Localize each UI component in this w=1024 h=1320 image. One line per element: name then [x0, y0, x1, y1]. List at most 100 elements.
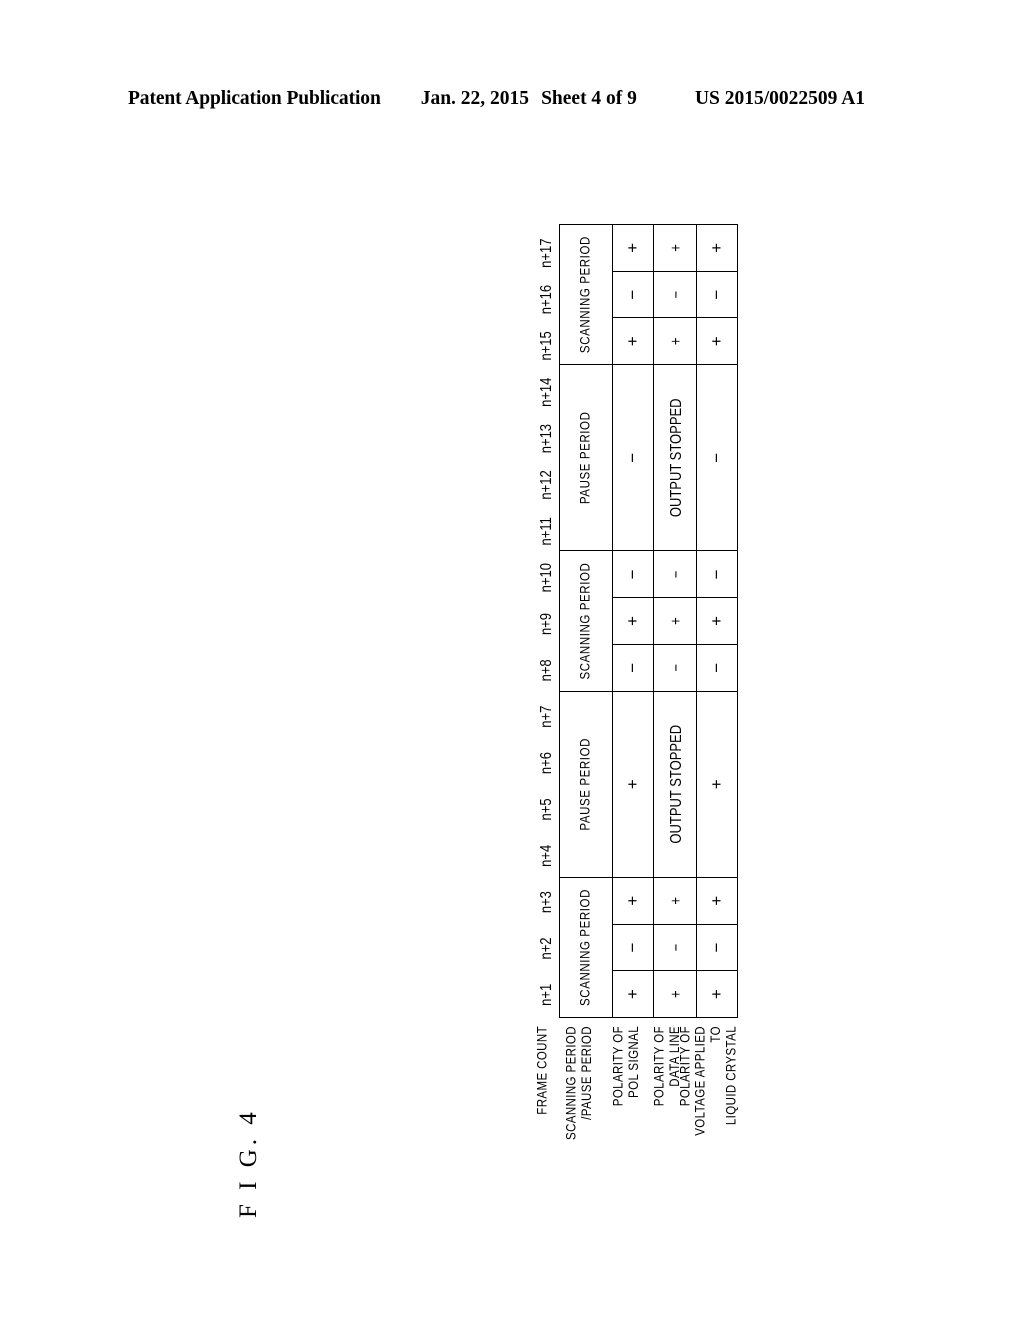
grid-cell-value: − [707, 942, 726, 953]
frame-count-tick: n+3 [536, 891, 555, 914]
grid-cell: + [696, 597, 738, 645]
grid-cell: SCANNING PERIOD [559, 877, 613, 1018]
grid-cell: − [612, 551, 654, 598]
grid-cell: + [653, 970, 697, 1018]
grid-cell: − [653, 551, 697, 598]
grid-cell-value: + [707, 336, 726, 347]
grid-cell-value: + [623, 989, 642, 1000]
grid-cell-value: − [666, 570, 684, 579]
grid-cell: + [653, 224, 697, 272]
frame-count-tick: n+17 [536, 238, 555, 268]
grid-cell: − [612, 644, 654, 692]
grid-cell: − [696, 551, 738, 598]
grid-cell: + [653, 597, 697, 645]
grid-row-gutter [696, 1017, 738, 1018]
header-date: Jan. 22, 2015 [420, 88, 530, 109]
grid-cell-value: + [707, 242, 726, 253]
row-polarity-liquid-crystal: + − + + − + − − + − + [696, 224, 738, 1018]
row-scanning-pause-period: SCANNING PERIOD PAUSE PERIOD SCANNING PERI… [559, 224, 613, 1018]
header-publication-title: Patent Application Publication [128, 88, 381, 109]
grid-cell: − [612, 364, 654, 551]
grid-cell-value: + [623, 336, 642, 347]
grid-cell-value: + [707, 616, 726, 627]
grid-row-gutter [559, 1017, 613, 1018]
frame-count-tick: n+5 [536, 798, 555, 821]
grid-cell: + [612, 224, 654, 272]
grid-cell-value: + [623, 616, 642, 627]
grid-cell: + [653, 317, 697, 365]
grid-cell-value: − [707, 569, 726, 580]
grid-row-gutter [612, 1017, 654, 1018]
grid-cell: − [653, 644, 697, 692]
grid-cell: + [612, 597, 654, 645]
grid-cell-value: − [666, 290, 684, 299]
grid-cell: − [612, 271, 654, 318]
page-header: Patent Application Publication Jan. 22, … [128, 88, 896, 110]
frame-count-tick: n+12 [536, 470, 555, 500]
row-polarity-pol-signal: + − + + − + − − + − + [612, 224, 654, 1018]
frame-count-tick: n+14 [536, 377, 555, 407]
grid-cell: OUTPUT STOPPED [653, 364, 697, 551]
grid-cell: − [696, 644, 738, 692]
grid-cell-value: + [623, 242, 642, 253]
frame-count-tick: n+4 [536, 844, 555, 867]
grid-cell-value: + [666, 617, 684, 625]
grid-cell-value: + [623, 895, 642, 906]
grid-cell-value: SCANNING PERIOD [578, 888, 594, 1006]
grid-cell: + [696, 691, 738, 878]
timing-grid: SCANNING PERIOD PAUSE PERIOD SCANNING PERI… [559, 224, 738, 1018]
grid-cell-value: + [707, 895, 726, 906]
grid-cell-value: − [623, 662, 642, 673]
grid-cell: OUTPUT STOPPED [653, 691, 697, 878]
frame-count-tick: n+8 [536, 659, 555, 682]
figure-label: F I G. 4 [235, 1108, 262, 1218]
grid-cell: PAUSE PERIOD [559, 691, 613, 878]
grid-cell: − [696, 271, 738, 318]
frame-count-tick: n+2 [536, 937, 555, 960]
grid-cell-value: − [623, 452, 642, 463]
grid-cell: − [653, 271, 697, 318]
grid-cell: + [612, 877, 654, 925]
grid-cell-value: − [623, 942, 642, 953]
timing-grid-body: SCANNING PERIOD PAUSE PERIOD SCANNING PERI… [559, 224, 738, 1018]
grid-cell: SCANNING PERIOD [559, 224, 613, 365]
grid-cell: − [696, 364, 738, 551]
grid-cell-value: − [707, 289, 726, 300]
frame-count-header: n+1 n+2 n+3 n+4 n+5 n+6 n+7 n+8 n+9 n+10 n+11 n+12 n… [535, 230, 557, 1018]
grid-cell: PAUSE PERIOD [559, 364, 613, 551]
frame-count-tick: n+10 [536, 563, 555, 593]
grid-cell: − [653, 924, 697, 971]
grid-cell-value: + [666, 990, 684, 998]
grid-cell: − [696, 924, 738, 971]
grid-cell-value: + [707, 989, 726, 1000]
frame-count-tick: n+16 [536, 284, 555, 315]
frame-count-tick: n+15 [536, 331, 555, 361]
grid-cell: + [612, 970, 654, 1018]
grid-cell-value: + [666, 244, 684, 252]
grid-cell-value: PAUSE PERIOD [578, 410, 594, 506]
grid-cell-value: SCANNING PERIOD [578, 236, 594, 354]
grid-cell: + [653, 877, 697, 925]
grid-cell: + [696, 877, 738, 925]
grid-cell-value: − [666, 663, 684, 672]
grid-cell: + [612, 691, 654, 878]
grid-cell-value: + [666, 337, 684, 346]
frame-count-tick: n+9 [536, 612, 555, 636]
grid-cell-value: − [707, 452, 726, 463]
grid-cell: + [696, 970, 738, 1018]
grid-cell-value: − [623, 569, 642, 580]
grid-cell-value: + [623, 779, 642, 790]
grid-cell-value: SCANNING PERIOD [578, 562, 594, 680]
header-patent-number: US 2015/0022509 A1 [694, 88, 866, 109]
frame-count-tick: n+7 [536, 705, 555, 728]
grid-cell: + [696, 224, 738, 272]
grid-cell: + [612, 317, 654, 365]
row-label-scanning-pause: SCANNING PERIOD /PAUSE PERIOD [564, 1026, 595, 1140]
header-sheet-number: Sheet 4 of 9 [541, 88, 637, 109]
row-polarity-data-line: + − + OUTPUT STOPPED − + − OUTPUT STOPPED + − + [653, 224, 697, 1018]
grid-cell-value: + [666, 897, 684, 905]
grid-cell: SCANNING PERIOD [559, 551, 613, 692]
grid-cell-value: − [666, 943, 684, 952]
grid-cell-value: PAUSE PERIOD [578, 736, 594, 832]
frame-count-tick: n+13 [536, 423, 555, 454]
